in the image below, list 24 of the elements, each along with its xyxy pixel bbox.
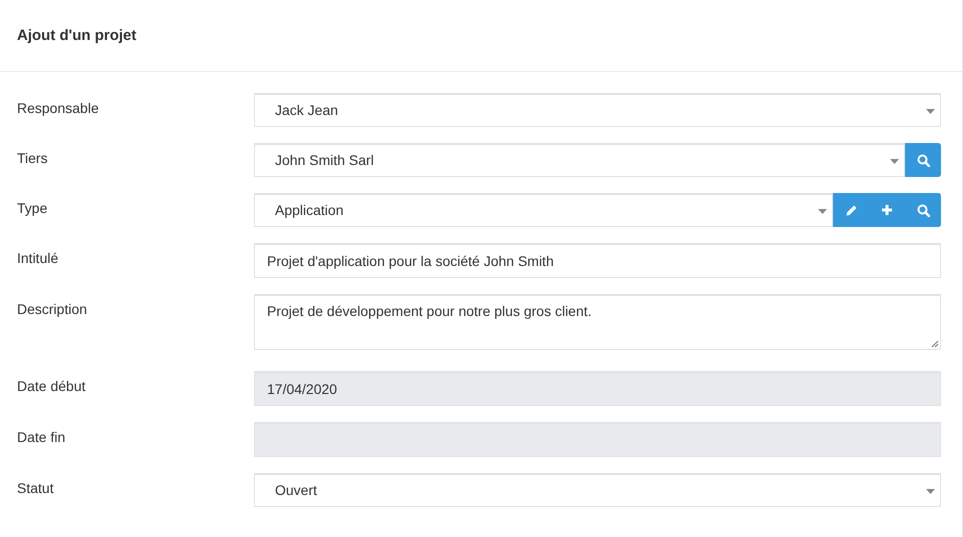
form-title: Ajout d'un projet bbox=[17, 27, 136, 44]
select-field[interactable]: Jack Jean bbox=[254, 93, 941, 127]
caret-icon bbox=[926, 109, 935, 114]
caret-icon bbox=[818, 209, 827, 214]
select-field[interactable]: John Smith Sarl bbox=[254, 143, 905, 177]
plus-icon bbox=[881, 204, 893, 216]
pencil-icon bbox=[844, 204, 858, 216]
text-field[interactable]: Projet d'application pour la société John Smith bbox=[254, 243, 941, 278]
field-label: Type bbox=[17, 199, 48, 216]
select-field[interactable]: Application bbox=[254, 193, 833, 227]
resize-grip-icon bbox=[931, 340, 939, 348]
field-label: Responsable bbox=[17, 99, 100, 116]
search-icon bbox=[916, 204, 930, 216]
field-label: Date fin bbox=[17, 428, 66, 445]
field-label: Statut bbox=[17, 479, 55, 496]
text-area[interactable]: Projet de développement pour notre plus gros client. bbox=[254, 294, 941, 350]
caret-icon bbox=[890, 159, 899, 164]
field-label: Intitulé bbox=[17, 249, 60, 266]
field-label: Tiers bbox=[17, 149, 49, 166]
search-icon bbox=[916, 154, 930, 166]
select-field[interactable]: Ouvert bbox=[254, 473, 941, 507]
field-label: Description bbox=[17, 300, 88, 317]
caret-icon bbox=[926, 489, 935, 494]
field-label: Date début bbox=[17, 377, 86, 394]
